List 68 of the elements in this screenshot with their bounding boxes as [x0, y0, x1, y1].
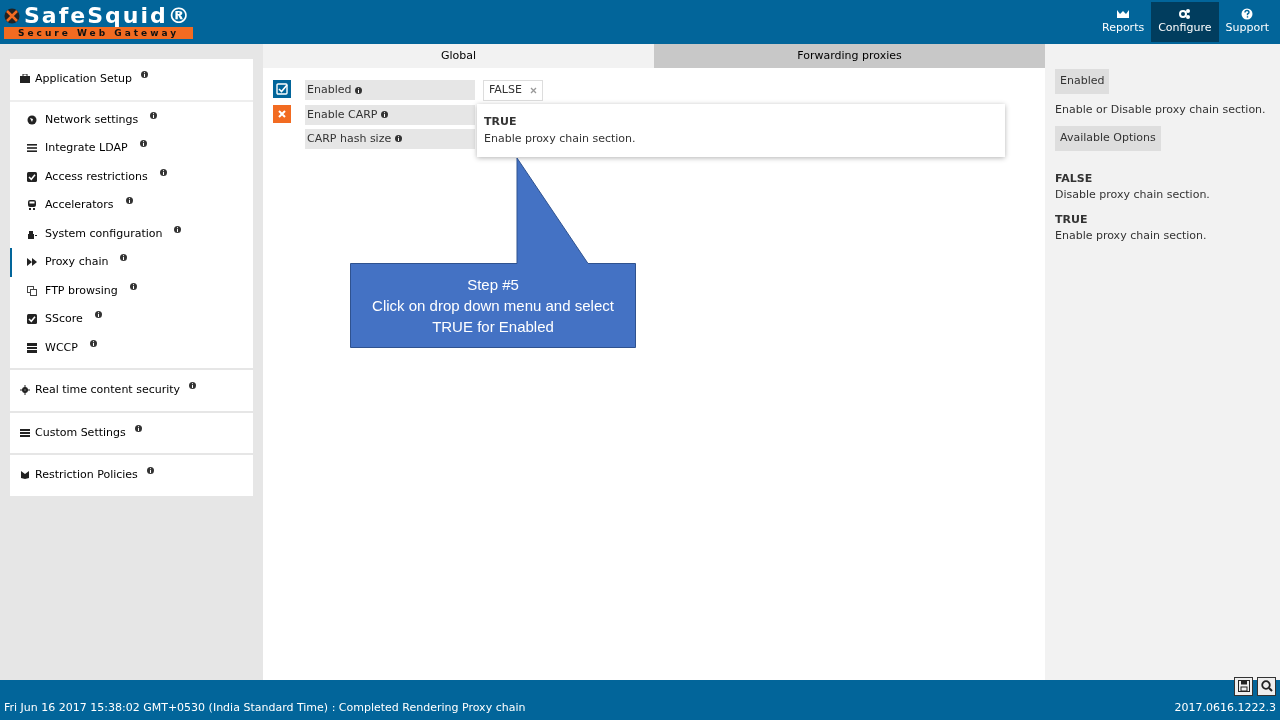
sidebar-item[interactable]: System configuration [10, 219, 253, 248]
briefcase-icon [20, 74, 30, 85]
dropdown-option[interactable]: TRUE Enable proxy chain section. [484, 114, 998, 147]
sidebar-item[interactable]: SScore [10, 305, 253, 334]
server-icon [27, 342, 37, 353]
tab[interactable]: Forwarding proxies [654, 44, 1045, 68]
info-icon [134, 424, 142, 432]
options-heading: Available Options [1055, 126, 1161, 151]
info-icon [381, 111, 389, 118]
checkbox-icon [27, 314, 37, 325]
sidebar-item[interactable]: Accelerators [10, 191, 253, 220]
sidebar-group[interactable]: Restriction Policies [10, 455, 253, 496]
nav-tab[interactable]: Configure [1151, 2, 1219, 42]
sidebar-item[interactable]: FTP browsing [10, 276, 253, 305]
info-icon [174, 225, 182, 233]
logo-subtitle: Secure Web Gateway [4, 27, 194, 39]
help-description: Enable or Disable proxy chain section. [1055, 101, 1267, 118]
remove-button[interactable] [273, 104, 291, 123]
info-icon [159, 168, 167, 176]
field-label: Enabled [305, 80, 475, 100]
option-description: Disable proxy chain section. [1055, 187, 1211, 203]
info-icon [89, 339, 97, 347]
fast-forward-icon [27, 257, 37, 268]
help-icon [1241, 7, 1254, 20]
info-icon [141, 71, 148, 78]
option-description: Enable proxy chain section. [484, 130, 637, 147]
checkbox-icon [27, 171, 37, 182]
option-title: FALSE [1055, 170, 1094, 187]
logo-title: SafeSquid® [24, 5, 192, 27]
copy-icon [27, 285, 37, 296]
field-label: CARP hash size [305, 128, 475, 149]
version-label: 2017.0616.1222.3 [1174, 699, 1276, 716]
option-title: TRUE [484, 114, 518, 130]
checkbox-button[interactable] [273, 80, 291, 98]
callout-text: Step #5 [466, 275, 520, 295]
sidebar-group[interactable]: Real time content security [10, 370, 253, 411]
sidebar-group[interactable]: Application Setup [10, 59, 253, 100]
option-description: Enable proxy chain section. [1055, 228, 1208, 244]
list-icon [27, 143, 37, 154]
select-field[interactable]: FALSE [483, 80, 543, 101]
info-icon [139, 140, 147, 147]
callout-text: Click on drop down menu and select TRUE for Enabled [371, 296, 615, 337]
status-message: Fri Jun 16 2017 15:38:02 GMT+0530 (India Standard Time) : Completed Rendering Proxy chain [4, 699, 526, 716]
info-icon [150, 111, 158, 119]
sidebar-item[interactable]: Proxy chain [10, 248, 253, 277]
gears-icon [1178, 7, 1191, 20]
nav-tab[interactable]: Reports [1095, 2, 1152, 42]
globe-icon [27, 114, 37, 125]
tab[interactable]: Global [263, 44, 654, 68]
info-icon [129, 282, 137, 290]
info-icon [94, 311, 102, 318]
help-title: Enabled [1055, 69, 1110, 94]
search-icon [1260, 680, 1273, 692]
info-icon [355, 86, 363, 94]
info-icon [146, 467, 154, 474]
info-icon [120, 254, 128, 261]
sidebar-item[interactable]: Network settings [10, 105, 253, 134]
sidebar-item[interactable]: Access restrictions [10, 162, 253, 191]
info-icon [125, 197, 133, 204]
close-icon [529, 86, 537, 94]
nav-tab[interactable]: Support [1218, 2, 1276, 42]
sidebar-item[interactable]: Integrate LDAP [10, 134, 253, 163]
sidebar-group[interactable]: Custom Settings [10, 412, 253, 453]
info-icon [395, 135, 403, 142]
option-title: TRUE [1055, 211, 1089, 228]
sidebar-item[interactable]: WCCP [10, 333, 253, 362]
field-label: Enable CARP [305, 104, 475, 125]
info-icon [189, 382, 197, 389]
